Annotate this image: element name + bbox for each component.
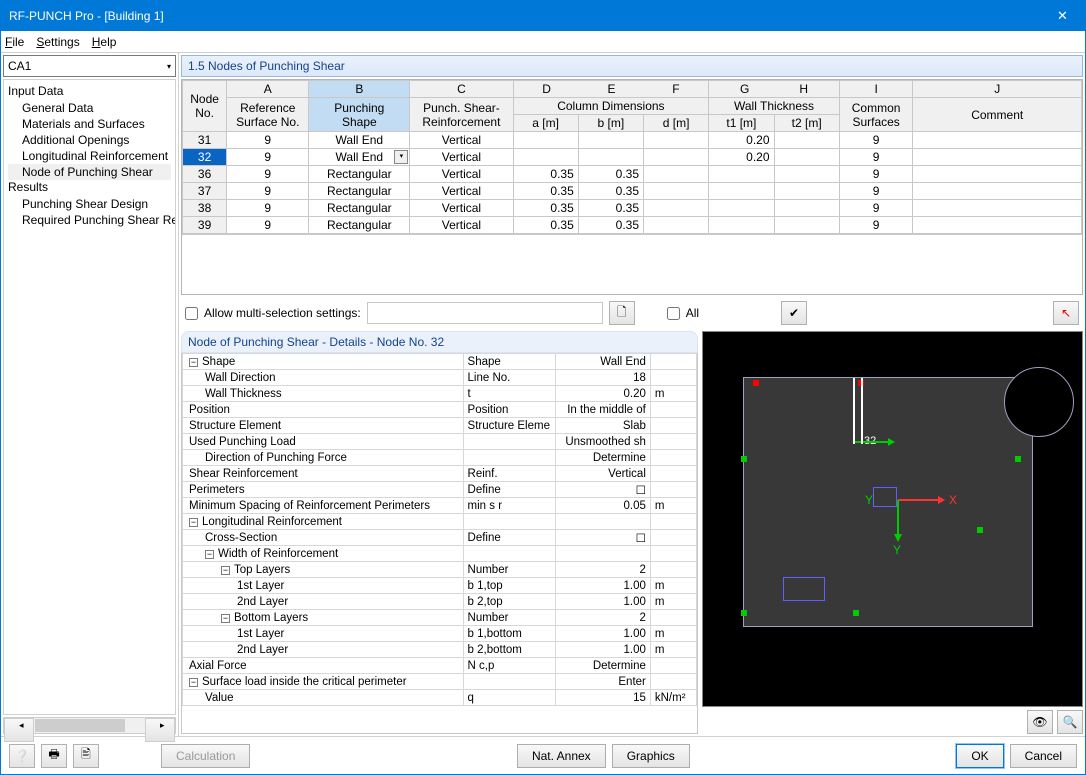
details-row[interactable]: −Longitudinal Reinforcement — [183, 514, 697, 530]
details-row[interactable]: Axial ForceN c,pDetermine — [183, 658, 697, 674]
scroll-right-icon[interactable]: ▸ — [145, 718, 175, 742]
apply-button[interactable]: ✔ — [781, 301, 807, 325]
titlebar: RF-PUNCH Pro - [Building 1] ✕ — [1, 1, 1085, 31]
details-row[interactable]: Shear ReinforcementReinf.Vertical — [183, 466, 697, 482]
details-header: Node of Punching Shear - Details - Node … — [181, 331, 698, 353]
tree-item[interactable]: Punching Shear Design — [8, 196, 171, 212]
details-row[interactable]: −Width of Reinforcement — [183, 546, 697, 562]
menubar: File Settings Help — [1, 31, 1085, 53]
details-row[interactable]: 2nd Layerb 2,top1.00m — [183, 594, 697, 610]
tree-group-results[interactable]: Results — [8, 180, 171, 194]
details-row[interactable]: Wall Thicknesst0.20m — [183, 386, 697, 402]
tree-item[interactable]: Materials and Surfaces — [8, 116, 171, 132]
pick-node-button[interactable]: ↖ — [1053, 301, 1079, 325]
svg-text:X: X — [949, 493, 957, 507]
scroll-thumb[interactable] — [35, 719, 125, 732]
table-row[interactable]: 329Wall End▾Vertical0.209 — [183, 149, 1082, 166]
cancel-button[interactable]: Cancel — [1010, 744, 1077, 768]
scroll-left-icon[interactable]: ◂ — [4, 718, 34, 742]
details-row[interactable]: 2nd Layerb 2,bottom1.00m — [183, 642, 697, 658]
details-row[interactable]: 1st Layerb 1,bottom1.00m — [183, 626, 697, 642]
details-row[interactable]: PerimetersDefine☐ — [183, 482, 697, 498]
graphics-button[interactable]: Graphics — [612, 744, 690, 768]
table-row[interactable]: 369RectangularVertical0.350.359 — [183, 166, 1082, 183]
details-row[interactable]: Cross-SectionDefine☐ — [183, 530, 697, 546]
import-button[interactable]: 🖹 — [73, 744, 99, 768]
tree-group-input[interactable]: Input Data — [8, 84, 171, 98]
table-row[interactable]: 389RectangularVertical0.350.359 — [183, 200, 1082, 217]
window-title: RF-PUNCH Pro - [Building 1] — [9, 9, 1040, 23]
allow-multi-label: Allow multi-selection settings: — [204, 306, 361, 320]
ok-button[interactable]: OK — [956, 744, 1003, 768]
table-row[interactable]: 319Wall EndVertical0.209 — [183, 132, 1082, 149]
tree-item[interactable]: Additional Openings — [8, 132, 171, 148]
sidebar-scrollbar[interactable]: ◂ ▸ — [3, 717, 176, 734]
nat-annex-button[interactable]: Nat. Annex — [517, 744, 606, 768]
tree-item[interactable]: Required Punching Shear Reinf. — [8, 212, 171, 228]
calculation-button[interactable]: Calculation — [161, 744, 250, 768]
details-row[interactable]: −Bottom LayersNumber2 — [183, 610, 697, 626]
tree-item[interactable]: Longitudinal Reinforcement — [8, 148, 171, 164]
export-button[interactable]: 🖶 — [41, 744, 67, 768]
chevron-down-icon: ▾ — [167, 62, 171, 71]
all-label: All — [686, 306, 699, 320]
details-row[interactable]: Structure ElementStructure ElemeSlab — [183, 418, 697, 434]
allow-multi-checkbox[interactable] — [185, 307, 198, 320]
allow-multi-field[interactable] — [367, 302, 603, 324]
details-row[interactable]: Used Punching LoadUnsmoothed sh — [183, 434, 697, 450]
details-row[interactable]: −Top LayersNumber2 — [183, 562, 697, 578]
data-grid[interactable]: NodeNo.ABCD E FG HIJReferenceSurface No.… — [181, 79, 1083, 295]
menu-help[interactable]: Help — [92, 35, 117, 49]
tree-item[interactable]: General Data — [8, 100, 171, 116]
table-row[interactable]: 379RectangularVertical0.350.359 — [183, 183, 1082, 200]
menu-file[interactable]: File — [5, 35, 24, 49]
viewport-3d[interactable]: 32 X Y Y — [702, 331, 1083, 707]
all-checkbox[interactable] — [667, 307, 680, 320]
details-row[interactable]: Direction of Punching ForceDetermine — [183, 450, 697, 466]
details-row[interactable]: 1st Layerb 1,top1.00m — [183, 578, 697, 594]
viewer-panel: 32 X Y Y 👁 🔍 — [702, 331, 1083, 734]
chevron-down-icon[interactable]: ▾ — [394, 150, 408, 164]
table-row[interactable]: 399RectangularVertical0.350.359 — [183, 217, 1082, 234]
view-eye-button[interactable]: 👁 — [1027, 710, 1053, 734]
details-row[interactable]: Valueq15kN/m² — [183, 690, 697, 706]
details-row[interactable]: Minimum Spacing of Reinforcement Perimet… — [183, 498, 697, 514]
details-row[interactable]: PositionPositionIn the middle of — [183, 402, 697, 418]
details-panel: Node of Punching Shear - Details - Node … — [181, 331, 698, 734]
svg-text:Y: Y — [893, 543, 901, 557]
section-title: 1.5 Nodes of Punching Shear — [181, 55, 1083, 77]
tree-item[interactable]: Node of Punching Shear — [8, 164, 171, 180]
help-button[interactable]: ❔ — [9, 744, 35, 768]
sidebar: CA1 ▾ Input Data General DataMaterials an… — [1, 53, 179, 736]
view-zoom-button[interactable]: 🔍 — [1057, 710, 1083, 734]
menu-settings[interactable]: Settings — [36, 35, 79, 49]
svg-text:Y: Y — [865, 493, 873, 507]
details-row[interactable]: Wall DirectionLine No.18 — [183, 370, 697, 386]
nav-tree: Input Data General DataMaterials and Surf… — [3, 79, 176, 715]
details-row[interactable]: −ShapeShapeWall End — [183, 354, 697, 370]
case-combo[interactable]: CA1 ▾ — [3, 55, 176, 77]
details-row[interactable]: −Surface load inside the critical perime… — [183, 674, 697, 690]
pick-surfaces-button[interactable]: 🗋 — [609, 301, 635, 325]
close-icon[interactable]: ✕ — [1040, 8, 1085, 24]
